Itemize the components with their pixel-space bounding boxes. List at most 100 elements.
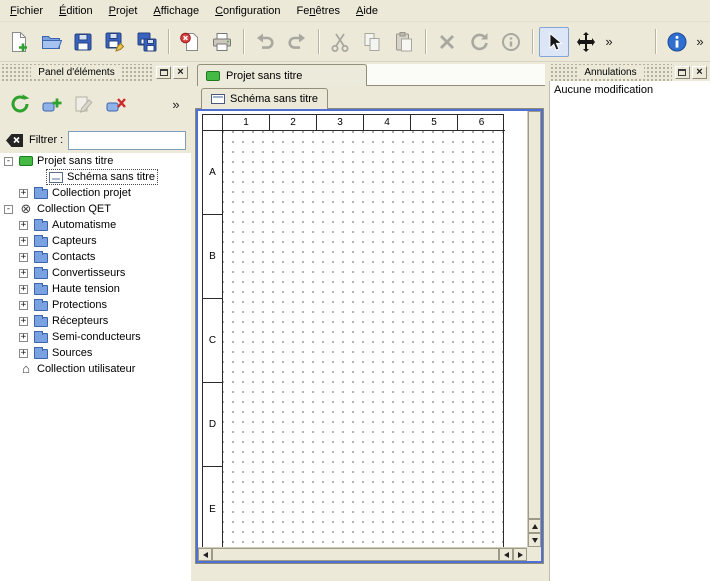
tree-item-content: Protections	[32, 298, 109, 312]
tree-item-capteurs[interactable]: Capteurs	[0, 233, 191, 249]
new-document-button[interactable]	[4, 27, 34, 57]
elements-tree[interactable]: Projet sans titre Schéma sans titre Collec…	[0, 153, 191, 581]
menu-edition[interactable]: Édition	[51, 2, 101, 20]
vertical-scrollbar[interactable]	[527, 111, 541, 547]
edit-element-button[interactable]	[69, 89, 99, 119]
rotate-button[interactable]	[464, 27, 494, 57]
tree-item-label: Collection utilisateur	[37, 363, 135, 375]
close-icon	[696, 67, 702, 78]
save-all-button[interactable]	[132, 27, 162, 57]
print-button[interactable]	[207, 27, 237, 57]
overflow-button[interactable]	[602, 28, 616, 56]
paste-button[interactable]	[389, 27, 419, 57]
tree-item-collection-utilisateur[interactable]: Collection utilisateur	[0, 361, 191, 377]
folder-icon	[34, 253, 48, 263]
expand-toggle[interactable]	[19, 285, 28, 294]
tree-item-collection-qet[interactable]: Collection QET	[0, 201, 191, 217]
tree-item-sources[interactable]: Sources	[0, 345, 191, 361]
expand-toggle[interactable]	[19, 253, 28, 262]
overflow-button[interactable]	[169, 90, 183, 118]
close-file-button[interactable]	[175, 27, 205, 57]
collapse-toggle[interactable]	[4, 157, 13, 166]
tree-item-contacts[interactable]: Contacts	[0, 249, 191, 265]
elements-panel-titlebar: Panel d'éléments	[0, 64, 191, 81]
tree-item-semi-conducteurs[interactable]: Semi-conducteurs	[0, 329, 191, 345]
expand-toggle[interactable]	[19, 301, 28, 310]
menu-fichier[interactable]: Fichier	[2, 2, 51, 20]
rotate-icon	[468, 31, 490, 53]
tree-item-recepteurs[interactable]: Récepteurs	[0, 313, 191, 329]
overflow-button[interactable]	[693, 28, 707, 56]
delete-button[interactable]	[432, 27, 462, 57]
redo-button[interactable]	[282, 27, 312, 57]
menu-configuration[interactable]: Configuration	[207, 2, 288, 20]
delete-element-button[interactable]	[101, 89, 131, 119]
save-button[interactable]	[68, 27, 98, 57]
open-project-button[interactable]	[36, 27, 66, 57]
tree-item-schema-sans-titre[interactable]: Schéma sans titre	[0, 169, 191, 185]
about-qet-button[interactable]	[662, 27, 692, 57]
menu-affichage[interactable]: Affichage	[145, 2, 207, 20]
copy-button[interactable]	[357, 27, 387, 57]
tab-schema[interactable]: Schéma sans titre	[201, 88, 328, 109]
expand-toggle[interactable]	[19, 189, 28, 198]
tree-item-label: Récepteurs	[52, 315, 108, 327]
schema-icon	[211, 94, 225, 104]
scroll-left-button[interactable]	[198, 548, 212, 561]
column-header-4: 4	[364, 115, 411, 131]
home-icon	[19, 363, 33, 375]
expand-toggle[interactable]	[19, 333, 28, 342]
pan-mode-button[interactable]	[571, 27, 601, 57]
tree-item-collection-projet[interactable]: Collection projet	[0, 185, 191, 201]
diagram-grid[interactable]	[223, 131, 503, 547]
float-panel-button[interactable]	[156, 66, 171, 79]
tree-item-label: Schéma sans titre	[67, 171, 155, 183]
tree-item-label: Contacts	[52, 251, 95, 263]
expand-toggle[interactable]	[19, 317, 28, 326]
selection-mode-button[interactable]	[539, 27, 569, 57]
conductor-info-button[interactable]	[496, 27, 526, 57]
expand-toggle[interactable]	[19, 237, 28, 246]
scroll-up-button[interactable]	[528, 519, 541, 533]
save-as-button[interactable]	[100, 27, 130, 57]
filter-input[interactable]	[68, 131, 186, 150]
collapse-toggle[interactable]	[4, 205, 13, 214]
undo-panel-titlebar: Annulations	[549, 64, 710, 81]
float-icon	[160, 69, 168, 76]
hscroll-thumb[interactable]	[212, 548, 499, 561]
pan-mode-icon	[575, 31, 597, 53]
diagram-view[interactable]: 123456 ABCDE	[196, 109, 543, 563]
close-undo-panel-button[interactable]	[692, 66, 707, 79]
tree-item-convertisseurs[interactable]: Convertisseurs	[0, 265, 191, 281]
main-toolbar	[0, 22, 710, 62]
tree-item-projet-sans-titre[interactable]: Projet sans titre	[0, 153, 191, 169]
diagram-canvas[interactable]: 123456 ABCDE	[198, 111, 527, 547]
menu-fenetres[interactable]: Fenêtres	[289, 2, 348, 20]
menu-aide[interactable]: Aide	[348, 2, 386, 20]
scroll-right-button[interactable]	[513, 548, 527, 561]
close-panel-button[interactable]	[173, 66, 188, 79]
tree-item-protections[interactable]: Protections	[0, 297, 191, 313]
row-header-b: B	[203, 215, 223, 299]
row-header-d: D	[203, 383, 223, 467]
filter-clear-button[interactable]	[5, 133, 24, 148]
new-element-button[interactable]	[37, 89, 67, 119]
vscroll-thumb[interactable]	[528, 111, 541, 519]
tree-item-automatisme[interactable]: Automatisme	[0, 217, 191, 233]
expand-toggle[interactable]	[19, 349, 28, 358]
menu-projet[interactable]: Projet	[101, 2, 146, 20]
scroll-left-button-end[interactable]	[499, 548, 513, 561]
reload-button[interactable]	[5, 89, 35, 119]
undo-history-list[interactable]: Aucune modification	[549, 81, 710, 581]
undo-panel: Annulations Aucune modification	[549, 64, 710, 581]
expand-toggle[interactable]	[19, 269, 28, 278]
elements-panel: Panel d'éléments Filtrer : Projet sans t…	[0, 64, 191, 581]
undo-button[interactable]	[250, 27, 280, 57]
tab-project[interactable]: Projet sans titre	[197, 64, 367, 86]
tree-item-haute-tension[interactable]: Haute tension	[0, 281, 191, 297]
horizontal-scrollbar[interactable]	[198, 547, 527, 561]
cut-button[interactable]	[325, 27, 355, 57]
expand-toggle[interactable]	[19, 221, 28, 230]
float-undo-panel-button[interactable]	[675, 66, 690, 79]
scroll-down-button[interactable]	[528, 533, 541, 547]
